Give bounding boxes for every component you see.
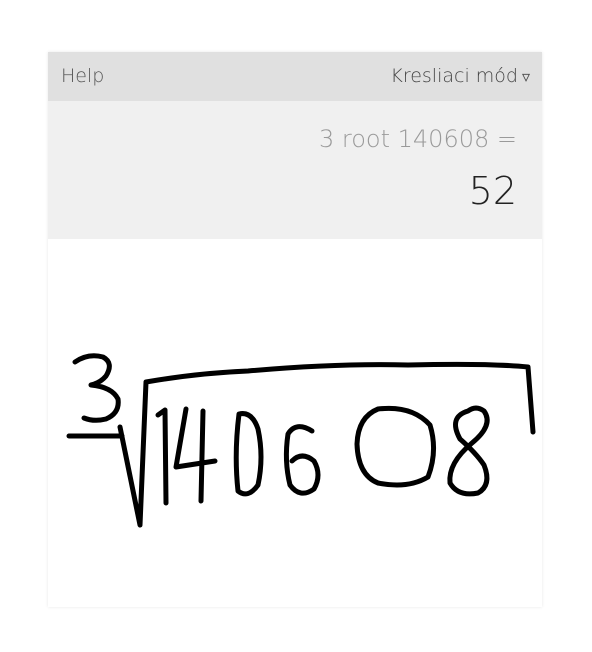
top-bar: Help Kresliaci mód ▿	[48, 52, 542, 101]
chevron-down-icon: ▿	[521, 67, 530, 86]
expression-text: 3 root 140608 =	[319, 125, 517, 153]
stroke-index-3	[72, 353, 121, 423]
stroke-digit-1	[155, 407, 169, 506]
stroke-digit-8	[447, 405, 490, 497]
mode-label: Kresliaci mód	[390, 65, 518, 87]
handwriting-strokes	[66, 353, 536, 528]
result-value: 52	[468, 169, 517, 213]
mode-dropdown[interactable]: Kresliaci mód ▿	[390, 65, 530, 87]
result-panel: 3 root 140608 = 52	[48, 101, 542, 239]
help-link[interactable]: Help	[61, 65, 104, 87]
calculator-app: Help Kresliaci mód ▿ 3 root 140608 = 52	[48, 52, 542, 607]
stroke-digit-0-second	[354, 405, 436, 488]
stroke-digit-4	[173, 406, 218, 504]
drawing-canvas[interactable]	[48, 239, 542, 607]
stroke-digit-6	[283, 424, 321, 496]
stroke-digit-0-first	[233, 411, 264, 497]
